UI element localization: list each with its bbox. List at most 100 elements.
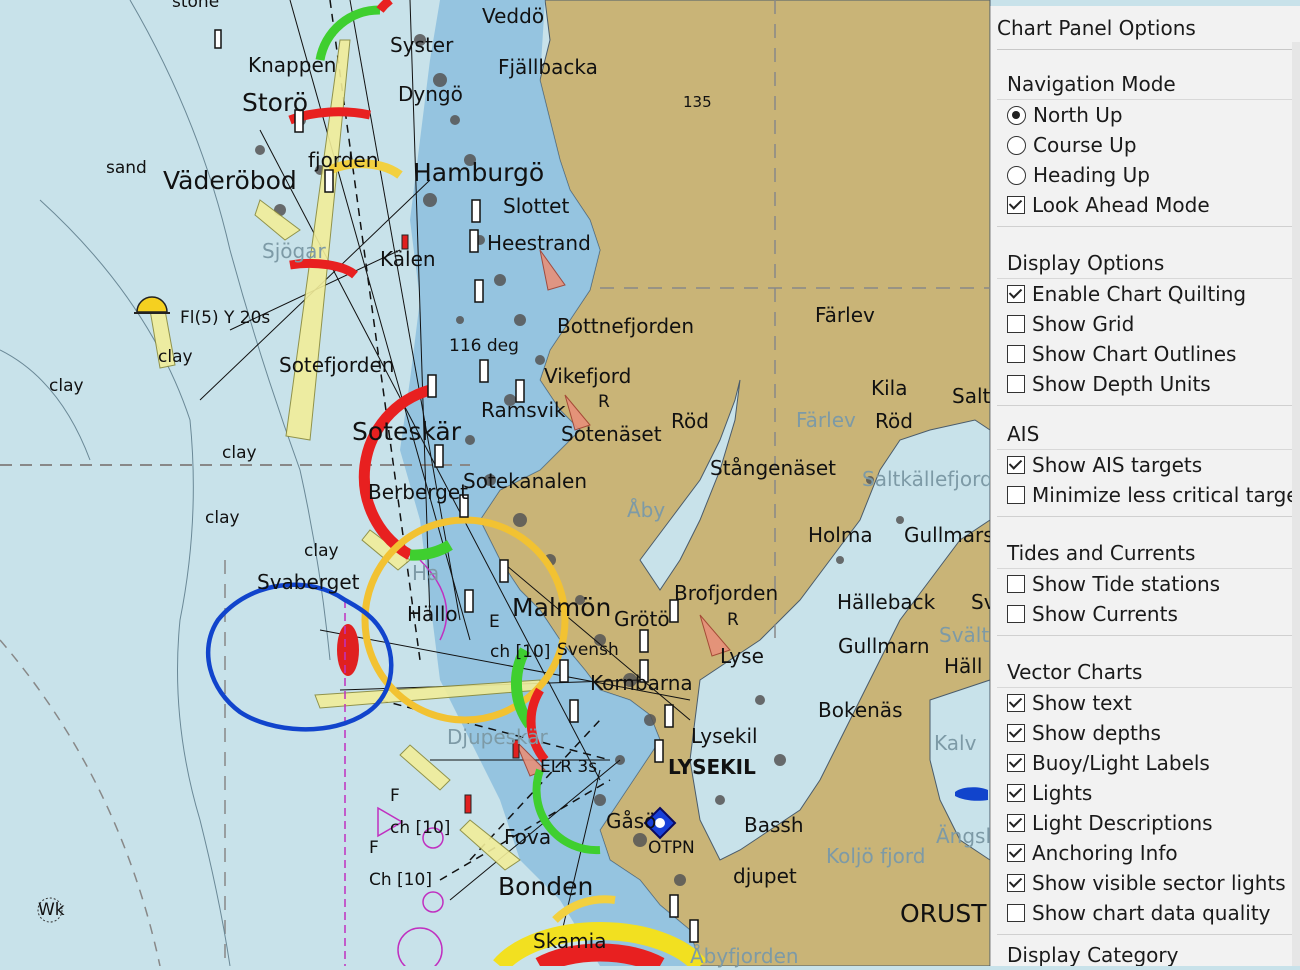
checkbox[interactable] [1007, 784, 1025, 802]
checkbox[interactable] [1007, 456, 1025, 474]
option-label: Look Ahead Mode [1032, 193, 1210, 217]
mark-label: R [727, 610, 739, 630]
checkbox[interactable] [1007, 694, 1025, 712]
place-label: Storö [242, 88, 308, 117]
panel-scrollbar[interactable] [1292, 42, 1300, 966]
checkbox-buoy-light-labels[interactable]: Buoy/Light Labels [997, 748, 1292, 778]
divider [997, 516, 1292, 517]
radio-button[interactable] [1007, 105, 1026, 125]
place-label: Åbyfjorden [690, 944, 799, 968]
radio-button[interactable] [1007, 165, 1026, 185]
checkbox[interactable] [1007, 345, 1025, 363]
option-label: Show chart data quality [1032, 901, 1271, 925]
radio-north-up[interactable]: North Up [997, 100, 1292, 130]
place-label: Röd [671, 409, 709, 433]
checkbox[interactable] [1007, 575, 1025, 593]
checkbox-show-chart-outlines[interactable]: Show Chart Outlines [997, 339, 1292, 369]
section-display-category: Display Category [997, 940, 1292, 966]
radio-heading-up[interactable]: Heading Up [997, 160, 1292, 190]
option-label: Buoy/Light Labels [1032, 751, 1210, 775]
checkbox-light-descriptions[interactable]: Light Descriptions [997, 808, 1292, 838]
checkbox[interactable] [1007, 754, 1025, 772]
checkbox[interactable] [1007, 285, 1025, 303]
place-label: Brofjorden [674, 581, 779, 605]
place-label: Bonden [498, 872, 594, 901]
place-label: ORUST [900, 899, 987, 928]
option-label: Show Tide stations [1032, 572, 1221, 596]
option-label: Show AIS targets [1032, 453, 1203, 477]
place-label: Kalv [934, 731, 977, 755]
place-label: Soteskär [352, 417, 462, 446]
place-label: Färlev [796, 408, 856, 432]
checkbox-show-chart-data-quality[interactable]: Show chart data quality [997, 898, 1292, 928]
checkbox[interactable] [1007, 196, 1025, 214]
place-label: Gullmarn [838, 634, 930, 658]
checkbox-show-visible-sector-lights[interactable]: Show visible sector lights [997, 868, 1292, 898]
option-label: Show visible sector lights [1032, 871, 1286, 895]
checkbox-enable-chart-quilting[interactable]: Enable Chart Quilting [997, 279, 1292, 309]
place-label: Saltkällefjord [862, 467, 993, 491]
checkbox-look-ahead-mode[interactable]: Look Ahead Mode [997, 190, 1292, 220]
place-label: Fova [504, 825, 552, 849]
place-label: Salt [952, 384, 991, 408]
section-title: Navigation Mode [997, 69, 1292, 100]
place-label: Ängsl [936, 824, 992, 848]
seabed-label: clay [222, 443, 257, 463]
option-label: Show Chart Outlines [1032, 342, 1237, 366]
mark-label: Svensh [557, 640, 619, 660]
seabed-label: sand [106, 158, 147, 178]
option-label: Minimize less critical targets [1032, 483, 1300, 507]
checkbox[interactable] [1007, 874, 1025, 892]
divider [997, 49, 1292, 50]
checkbox[interactable] [1007, 605, 1025, 623]
place-label: Ramsvik [481, 398, 566, 422]
checkbox-anchoring-info[interactable]: Anchoring Info [997, 838, 1292, 868]
checkbox-show-grid[interactable]: Show Grid [997, 309, 1292, 339]
divider [997, 405, 1292, 406]
mark-label: R [598, 392, 610, 412]
checkbox[interactable] [1007, 814, 1025, 832]
section-vector-charts: Vector Charts Show text Show depths Buoy… [997, 657, 1292, 935]
light-description-label: ELR 3s [540, 757, 598, 777]
checkbox[interactable] [1007, 904, 1025, 922]
place-label: Sotefjorden [279, 353, 395, 377]
place-label: Hälleback [837, 590, 936, 614]
radio-course-up[interactable]: Course Up [997, 130, 1292, 160]
place-label: LYSEKIL [668, 755, 756, 779]
option-label: Show Depth Units [1032, 372, 1211, 396]
checkbox-lights[interactable]: Lights [997, 778, 1292, 808]
place-label: Vikefjord [544, 364, 632, 388]
channel-label: ch [10] [390, 818, 451, 838]
panel-title: Chart Panel Options [997, 16, 1196, 40]
place-label: Ha [412, 561, 440, 585]
option-label: Lights [1032, 781, 1093, 805]
seabed-label: clay [49, 376, 84, 396]
seabed-label: clay [158, 347, 193, 367]
option-label: Show Currents [1032, 602, 1178, 626]
place-label: Bokenäs [818, 698, 903, 722]
checkbox[interactable] [1007, 486, 1025, 504]
option-label: Enable Chart Quilting [1032, 282, 1247, 306]
checkbox-show-currents[interactable]: Show Currents [997, 599, 1292, 629]
checkbox-show-depths[interactable]: Show depths [997, 718, 1292, 748]
checkbox-show-text[interactable]: Show text [997, 688, 1292, 718]
checkbox[interactable] [1007, 315, 1025, 333]
mark-label: E [489, 612, 500, 632]
checkbox-show-depth-units[interactable]: Show Depth Units [997, 369, 1292, 399]
checkbox-show-tide-stations[interactable]: Show Tide stations [997, 569, 1292, 599]
checkbox[interactable] [1007, 844, 1025, 862]
place-label: Svält [939, 623, 990, 647]
checkbox[interactable] [1007, 375, 1025, 393]
checkbox-show-ais-targets[interactable]: Show AIS targets [997, 450, 1292, 480]
place-label: Skamia [533, 929, 607, 953]
place-label: Sotekanalen [463, 469, 588, 493]
radio-button[interactable] [1007, 135, 1026, 155]
place-label: Gullmars [904, 523, 994, 547]
checkbox-minimize-less-critical-targets[interactable]: Minimize less critical targets [997, 480, 1300, 510]
seabed-label: clay [205, 508, 240, 528]
section-title: Vector Charts [997, 657, 1292, 688]
place-label: Grötö [614, 607, 670, 631]
place-label: Kila [871, 376, 908, 400]
place-label: Röd [875, 409, 913, 433]
checkbox[interactable] [1007, 724, 1025, 742]
